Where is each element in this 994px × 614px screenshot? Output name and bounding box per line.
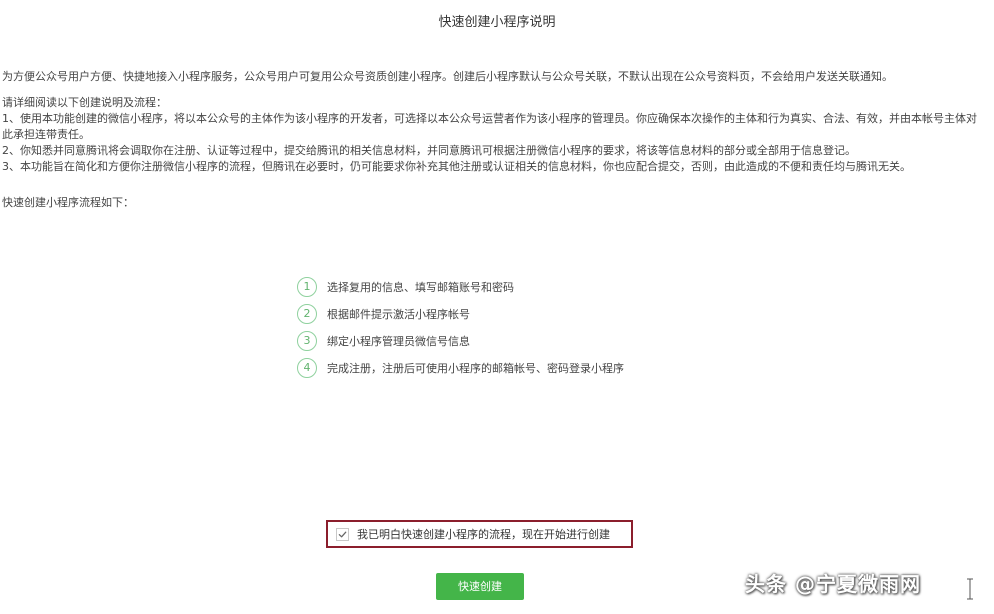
watermark: 头条 @宁夏微雨网 (745, 572, 921, 596)
instruction-item-3: 3、本功能旨在简化和方便你注册微信小程序的流程，但腾讯在必要时，仍可能要求你补充… (2, 160, 911, 173)
agreement-checkbox-row[interactable]: 我已明白快速创建小程序的流程，现在开始进行创建 (326, 520, 633, 548)
quick-create-button[interactable]: 快速创建 (436, 573, 524, 600)
page-title: 快速创建小程序说明 (438, 15, 556, 30)
step-item: 2 根据邮件提示激活小程序帐号 (297, 303, 624, 325)
checkmark-icon (338, 531, 347, 537)
step-item: 1 选择复用的信息、填写邮箱账号和密码 (297, 276, 624, 298)
step-text: 选择复用的信息、填写邮箱账号和密码 (327, 281, 514, 294)
step-item: 4 完成注册，注册后可使用小程序的邮箱帐号、密码登录小程序 (297, 357, 624, 379)
agreement-checkbox[interactable] (336, 527, 349, 541)
step-text: 根据邮件提示激活小程序帐号 (327, 308, 470, 321)
instruction-item-1: 1、使用本功能创建的微信小程序，将以本公众号的主体作为该小程序的开发者，可选择以… (2, 112, 977, 141)
step-number-circle: 3 (297, 331, 317, 351)
step-item: 3 绑定小程序管理员微信号信息 (297, 330, 624, 352)
step-number-circle: 1 (297, 277, 317, 297)
step-number-circle: 2 (297, 304, 317, 324)
process-steps: 1 选择复用的信息、填写邮箱账号和密码 2 根据邮件提示激活小程序帐号 3 绑定… (297, 276, 624, 384)
agreement-label: 我已明白快速创建小程序的流程，现在开始进行创建 (357, 528, 610, 541)
text-cursor-icon (967, 578, 973, 600)
step-number-circle: 4 (297, 358, 317, 378)
step-text: 完成注册，注册后可使用小程序的邮箱帐号、密码登录小程序 (327, 362, 624, 375)
instruction-item-2: 2、你知悉并同意腾讯将会调取你在注册、认证等过程中，提交给腾讯的相关信息材料，并… (2, 144, 856, 157)
process-heading: 快速创建小程序流程如下： (2, 196, 134, 209)
instructions: 请详细阅读以下创建说明及流程： 1、使用本功能创建的微信小程序，将以本公众号的主… (2, 95, 987, 175)
instructions-heading: 请详细阅读以下创建说明及流程： (2, 96, 167, 109)
intro-text: 为方便公众号用户方便、快捷地接入小程序服务，公众号用户可复用公众号资质创建小程序… (2, 70, 893, 83)
step-text: 绑定小程序管理员微信号信息 (327, 335, 470, 348)
